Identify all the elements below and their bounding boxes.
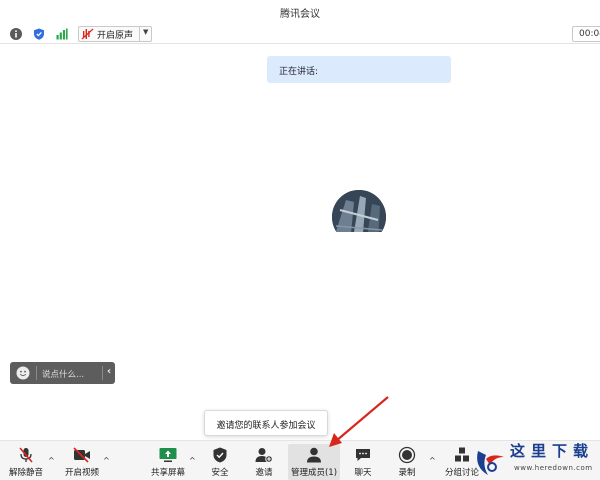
divider <box>102 366 103 380</box>
start-video-button[interactable]: 开启视频 <box>60 444 104 480</box>
record-button[interactable]: 录制 <box>392 444 422 480</box>
invite-button[interactable]: 邀请 <box>246 444 282 480</box>
dropdown-arrow-icon[interactable]: ▼ <box>143 28 148 36</box>
share-options-caret-icon[interactable]: ^ <box>189 456 196 465</box>
signal-strength-icon[interactable] <box>56 28 68 40</box>
audio-options-caret-icon[interactable]: ^ <box>48 456 55 465</box>
members-icon <box>307 447 321 463</box>
original-sound-label: 开启原声 <box>97 30 134 41</box>
manage-members-label: 管理成员(1) <box>290 468 338 478</box>
video-options-caret-icon[interactable]: ^ <box>103 456 110 465</box>
record-label: 录制 <box>398 468 416 478</box>
start-video-label: 开启视频 <box>64 468 99 478</box>
invite-user-icon <box>255 448 273 463</box>
breakout-rooms-icon <box>455 447 469 462</box>
unmute-button[interactable]: 解除静音 <box>4 444 48 480</box>
chat-input-placeholder[interactable]: 说点什么... <box>42 368 84 380</box>
unmute-label: 解除静音 <box>8 468 43 478</box>
meeting-status-bar: 开启原声 ▼ 00:04 <box>0 24 600 44</box>
title-bar: 腾讯会议 <box>0 0 600 24</box>
record-icon <box>398 446 416 464</box>
divider <box>36 366 37 380</box>
meeting-timer: 00:04 <box>572 26 600 42</box>
security-shield-icon <box>213 447 227 463</box>
muted-mic-icon <box>19 447 33 463</box>
info-icon[interactable] <box>10 28 22 40</box>
emoji-icon[interactable] <box>16 366 30 380</box>
security-label: 安全 <box>211 468 229 478</box>
chat-bubble-icon <box>356 449 370 461</box>
share-screen-button[interactable]: 共享屏幕 <box>146 444 190 480</box>
invite-label: 邀请 <box>255 468 273 478</box>
speaking-label: 正在讲话: <box>279 67 319 77</box>
shield-icon[interactable] <box>33 28 45 40</box>
divider <box>139 27 140 41</box>
tooltip-text: 邀请您的联系人参加会议 <box>216 421 316 431</box>
original-sound-icon <box>81 28 94 40</box>
site-watermark: 这里下载 www.heredown.com <box>470 438 600 480</box>
watermark-name: 这里下载 <box>510 442 595 460</box>
watermark-url: www.heredown.com <box>514 464 593 472</box>
chat-button[interactable]: 聊天 <box>348 444 378 480</box>
chat-quick-input[interactable]: 说点什么... ‹ <box>10 362 115 384</box>
chat-label: 聊天 <box>354 468 372 478</box>
speaking-banner: 正在讲话: <box>267 56 451 83</box>
video-off-icon <box>73 447 90 463</box>
security-button[interactable]: 安全 <box>203 444 237 480</box>
manage-members-button[interactable]: 管理成员(1) <box>288 444 340 480</box>
chevron-left-icon[interactable]: ‹ <box>107 366 111 377</box>
original-sound-button[interactable]: 开启原声 ▼ <box>78 26 152 42</box>
share-screen-label: 共享屏幕 <box>150 468 185 478</box>
record-options-caret-icon[interactable]: ^ <box>429 456 436 465</box>
invite-tooltip: 邀请您的联系人参加会议 <box>204 410 328 436</box>
share-screen-icon <box>159 448 177 462</box>
image-mask <box>330 232 405 272</box>
watermark-logo-icon <box>477 451 504 475</box>
window-title: 腾讯会议 <box>280 9 320 20</box>
